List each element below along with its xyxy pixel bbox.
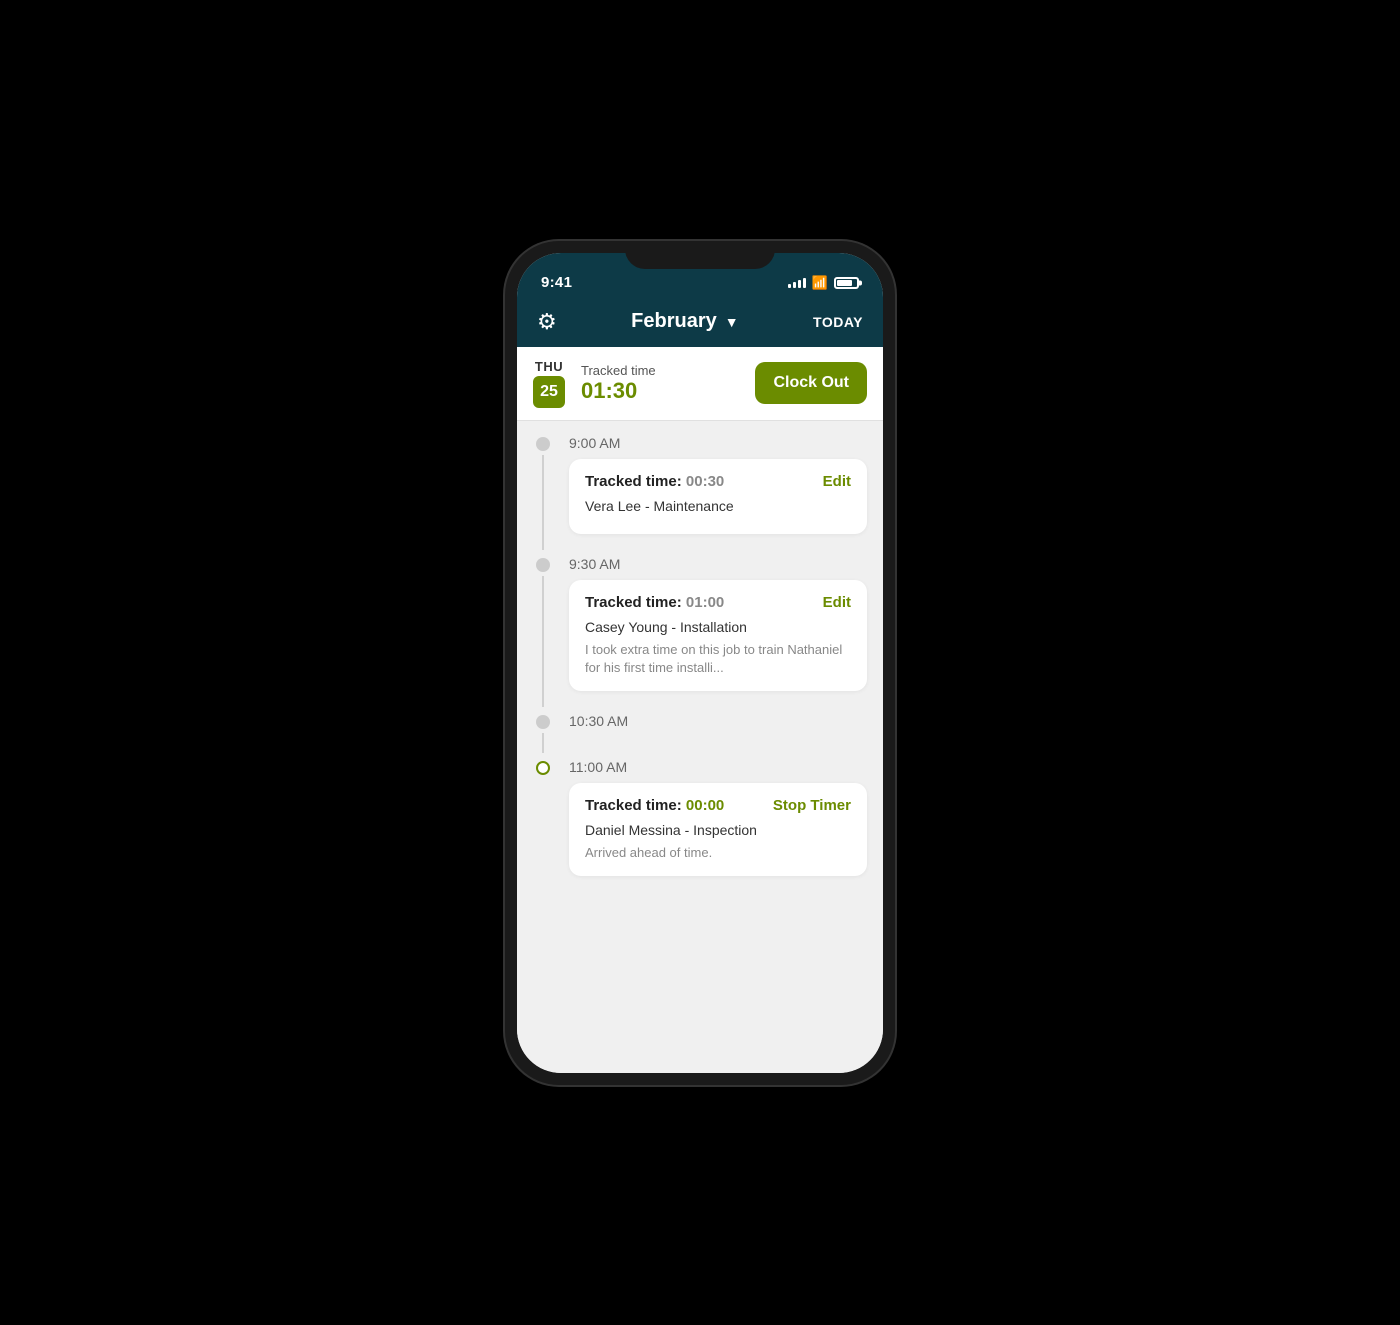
status-time: 9:41 [541, 274, 572, 291]
timeline-entry: 9:30 AM Tracked time: 01:00 Edit Casey Y… [517, 554, 883, 707]
timeline-entry: 10:30 AM [517, 711, 883, 753]
card-person: Casey Young - Installation [585, 619, 851, 635]
timeline-line [542, 576, 544, 707]
timeline-entry: 11:00 AM Tracked time: 00:00 Stop Timer … [517, 757, 883, 892]
card-header: Tracked time: 01:00 Edit [585, 594, 851, 611]
card-action-button[interactable]: Stop Timer [773, 797, 851, 814]
day-name: THU [535, 359, 563, 374]
phone-screen: 9:41 📶 ⚙ February ▼ TODAY [517, 253, 883, 1073]
chevron-down-icon: ▼ [725, 314, 739, 330]
status-icons: 📶 [788, 275, 859, 291]
time-label: 9:00 AM [569, 433, 867, 451]
day-info: THU 25 [533, 359, 565, 408]
card-tracked-time: 01:00 [682, 594, 725, 611]
nav-header: ⚙ February ▼ TODAY [517, 297, 883, 347]
entry-card: Tracked time: 00:00 Stop Timer Daniel Me… [569, 783, 867, 876]
wifi-icon: 📶 [812, 275, 828, 291]
card-note: Arrived ahead of time. [585, 844, 851, 862]
timeline-right: 11:00 AM Tracked time: 00:00 Stop Timer … [569, 757, 883, 892]
card-action-button[interactable]: Edit [823, 594, 851, 611]
card-header: Tracked time: 00:00 Stop Timer [585, 797, 851, 814]
tracked-value: 01:30 [581, 378, 755, 404]
battery-fill [837, 280, 852, 286]
card-person: Daniel Messina - Inspection [585, 822, 851, 838]
timeline-left [517, 711, 569, 753]
card-tracked-label: Tracked time: 00:30 [585, 473, 724, 490]
card-header: Tracked time: 00:30 Edit [585, 473, 851, 490]
timeline-dot [536, 558, 550, 572]
month-title: February [631, 310, 717, 333]
timeline-left [517, 757, 569, 892]
signal-bars-icon [788, 278, 806, 288]
tracked-summary: Tracked time 01:30 [581, 363, 755, 404]
timeline-left [517, 433, 569, 550]
timeline-line [542, 455, 544, 550]
battery-icon [834, 277, 859, 289]
timeline-right: 10:30 AM [569, 711, 883, 753]
month-selector[interactable]: February ▼ [631, 310, 738, 333]
timeline-right: 9:30 AM Tracked time: 01:00 Edit Casey Y… [569, 554, 883, 707]
time-label: 10:30 AM [569, 711, 867, 729]
timeline-left [517, 554, 569, 707]
today-button[interactable]: TODAY [813, 314, 863, 330]
timeline-entry: 9:00 AM Tracked time: 00:30 Edit Vera Le… [517, 433, 883, 550]
day-header: THU 25 Tracked time 01:30 Clock Out [517, 347, 883, 421]
timeline-line [542, 733, 544, 753]
notch [625, 241, 775, 269]
timeline-dot [536, 437, 550, 451]
card-tracked-time: 00:30 [682, 473, 725, 490]
clock-out-button[interactable]: Clock Out [755, 362, 867, 404]
timeline-dot [536, 761, 550, 775]
timeline-dot [536, 715, 550, 729]
tracked-label: Tracked time [581, 363, 755, 378]
day-number: 25 [533, 376, 565, 408]
entry-card: Tracked time: 00:30 Edit Vera Lee - Main… [569, 459, 867, 534]
card-tracked-label: Tracked time: 01:00 [585, 594, 724, 611]
time-label: 11:00 AM [569, 757, 867, 775]
card-action-button[interactable]: Edit [823, 473, 851, 490]
settings-icon[interactable]: ⚙ [537, 309, 557, 335]
card-person: Vera Lee - Maintenance [585, 498, 851, 514]
card-tracked-time: 00:00 [682, 797, 725, 814]
phone-frame: 9:41 📶 ⚙ February ▼ TODAY [505, 241, 895, 1085]
card-tracked-label: Tracked time: 00:00 [585, 797, 724, 814]
time-label: 9:30 AM [569, 554, 867, 572]
timeline-right: 9:00 AM Tracked time: 00:30 Edit Vera Le… [569, 433, 883, 550]
entry-card: Tracked time: 01:00 Edit Casey Young - I… [569, 580, 867, 691]
card-note: I took extra time on this job to train N… [585, 641, 851, 677]
timeline-content: 9:00 AM Tracked time: 00:30 Edit Vera Le… [517, 421, 883, 1073]
